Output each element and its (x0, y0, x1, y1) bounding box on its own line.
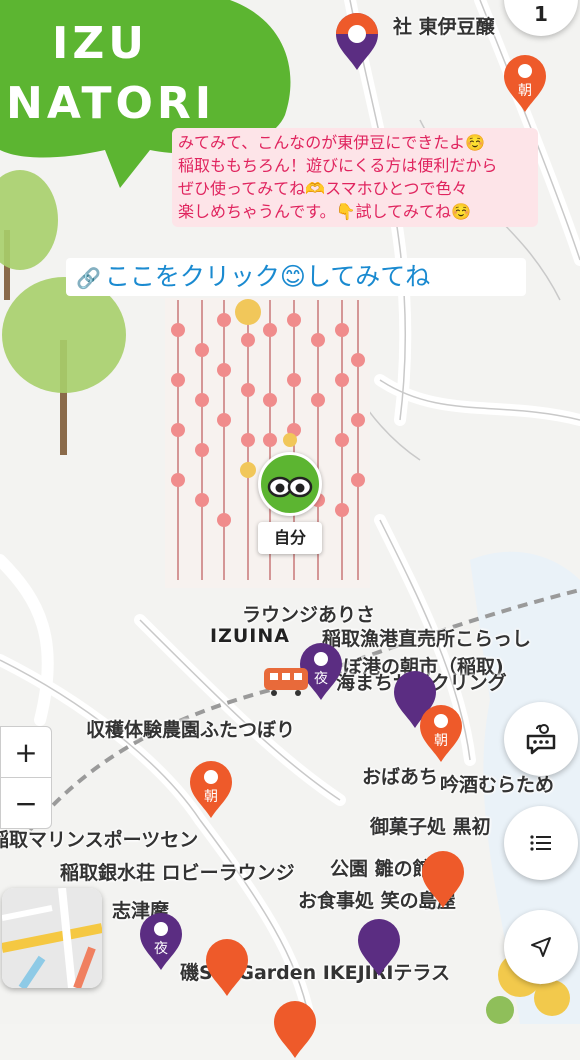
list-button[interactable] (504, 806, 578, 880)
chat-icon (526, 724, 556, 755)
area-label: IZUINA (210, 625, 290, 647)
bubble-line-3: ぜひ使ってみてね🫶スマホひとつで色々 (178, 179, 468, 198)
poi-farm[interactable]: 収穫体験農園ふたつぼり (86, 715, 295, 742)
zoom-out-button[interactable]: − (0, 777, 52, 829)
self-marker-label: 自分 (258, 522, 322, 554)
logo-natori: NATORI (6, 78, 216, 129)
pin-label: 夜 (154, 941, 168, 957)
poi-fish-market[interactable]: 稲取漁港直売所こらっし (322, 624, 531, 651)
poi-kurohatsu[interactable]: 御菓子処 黒初 (370, 812, 491, 839)
night-pin[interactable]: 夜 (138, 912, 184, 972)
poi-ginsui[interactable]: 稲取銀水荘 ロビーラウンジ (60, 858, 295, 885)
poi-obaa[interactable]: おばあち (362, 762, 438, 789)
morning-pin[interactable]: 朝 (188, 760, 234, 820)
layer-count: 1 (534, 2, 548, 26)
bubble-line-1: みてみて、こんなのが東伊豆にできたよ☺️ (178, 133, 486, 152)
link-text: ここをクリック😊してみてね (104, 262, 431, 291)
morning-pin[interactable] (272, 1000, 318, 1060)
zoom-in-label: + (14, 735, 38, 769)
night-pin[interactable] (334, 12, 380, 72)
morning-pin[interactable]: 朝 (418, 704, 464, 764)
morning-pin[interactable]: 朝 (502, 54, 548, 114)
map-type-button[interactable] (2, 888, 102, 988)
zoom-out-label: − (14, 786, 38, 820)
bubble-line-4: 楽しめちゃうんです。👇試してみてね☺️ (178, 202, 471, 221)
list-icon (530, 835, 551, 851)
train-icon (264, 668, 308, 696)
pin-label: 朝 (518, 83, 532, 99)
chat-button[interactable] (504, 702, 578, 776)
message-bubble: みてみて、こんなのが東伊豆にできたよ☺️ 稲取ももちろん！遊びにくる方は便利だか… (172, 128, 538, 227)
link-icon: 🔗 (76, 266, 101, 290)
poi-park[interactable]: 公園 雛の館 (330, 854, 432, 881)
poi-shrine[interactable]: 社 東伊豆醸 (393, 12, 495, 39)
pin-label: 朝 (434, 733, 448, 749)
frog-face-icon (267, 476, 313, 498)
pin-label: 夜 (314, 671, 328, 687)
zoom-in-button[interactable]: + (0, 726, 52, 778)
map-thumbnail-icon (2, 888, 102, 988)
poi-oshokuji[interactable]: お食事処 笑の家 (298, 886, 438, 913)
poi-lounge[interactable]: ラウンジありさ (242, 600, 375, 627)
morning-pin[interactable] (420, 850, 466, 910)
pin-label: 朝 (204, 789, 218, 805)
navigation-arrow-icon (531, 937, 551, 957)
click-here-link[interactable]: 🔗 ここをクリック😊してみてね (66, 258, 526, 296)
current-location-button[interactable] (504, 910, 578, 984)
logo-izu: IZU (52, 18, 149, 69)
bubble-line-2: 稲取ももちろん！遊びにくる方は便利だから (178, 156, 498, 175)
night-pin[interactable] (356, 918, 402, 978)
poi-marine[interactable]: 稲取マリンスポーツセン (0, 825, 198, 852)
self-location-marker[interactable] (258, 452, 322, 516)
morning-pin[interactable] (204, 938, 250, 998)
